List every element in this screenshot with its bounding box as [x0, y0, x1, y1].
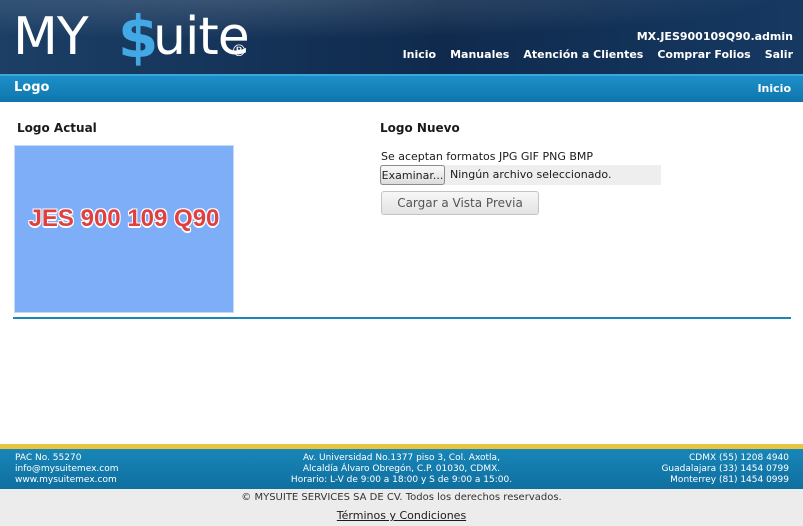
nav-manuales-link[interactable]: Manuales — [450, 48, 509, 61]
selected-file-status: Ningún archivo seleccionado. — [450, 168, 612, 181]
footer-phone-cdmx: CDMX (55) 1208 4940 — [688, 453, 789, 463]
footer-phone-monterrey: Monterrey (81) 1454 0999 — [670, 475, 789, 485]
app-footer: PAC No. 55270 info@mysuitemex.com www.my… — [0, 449, 803, 489]
nav-salir-link[interactable]: Salir — [765, 48, 793, 61]
current-logo-image-text: JES 900 109 Q90 — [28, 205, 220, 232]
nav-inicio-link[interactable]: Inicio — [403, 48, 437, 61]
user-account-label: MX.JES900109Q90.admin — [636, 30, 793, 43]
registered-mark: ® — [231, 41, 247, 60]
accepted-formats-note: Se aceptan formatos JPG GIF PNG BMP — [381, 150, 594, 163]
browse-file-button[interactable]: Examinar... — [380, 165, 445, 185]
page-title-bar: Logo Inicio — [0, 74, 803, 102]
nav-comprar-folios-link[interactable]: Comprar Folios — [657, 48, 750, 61]
top-navigation: Inicio Manuales Atención a Clientes Comp… — [403, 48, 793, 61]
footer-phone-guadalajara: Guadalajara (33) 1454 0799 — [661, 464, 789, 474]
terms-and-conditions-link[interactable]: Términos y Condiciones — [0, 509, 803, 522]
current-logo-image: JES 900 109 Q90 — [14, 145, 234, 313]
logo-settings-panel: Logo Actual JES 900 109 Q90 Logo Nuevo S… — [0, 102, 803, 444]
mysuite-logo[interactable]: MY $ uite ® — [13, 3, 250, 71]
page-title: Logo — [14, 80, 50, 95]
nav-atencion-clientes-link[interactable]: Atención a Clientes — [523, 48, 643, 61]
load-preview-button[interactable]: Cargar a Vista Previa — [381, 191, 539, 215]
copyright-bar: © MYSUITE SERVICES SA DE CV. Todos los d… — [0, 489, 803, 526]
breadcrumb-inicio-link[interactable]: Inicio — [757, 82, 791, 95]
content-divider — [13, 317, 791, 319]
copyright-text: © MYSUITE SERVICES SA DE CV. Todos los d… — [241, 492, 562, 503]
app-header: MY $ uite ® MX.JES900109Q90.admin Inicio… — [0, 0, 803, 74]
file-upload-field[interactable]: Examinar... Ningún archivo seleccionado. — [380, 165, 661, 185]
new-logo-heading: Logo Nuevo — [380, 121, 460, 135]
footer-phone-numbers: CDMX (55) 1208 4940 Guadalajara (33) 145… — [661, 453, 789, 486]
logo-my-text: MY — [13, 7, 89, 67]
current-logo-heading: Logo Actual — [17, 121, 97, 135]
logo-dollar-icon: $ — [118, 3, 158, 71]
